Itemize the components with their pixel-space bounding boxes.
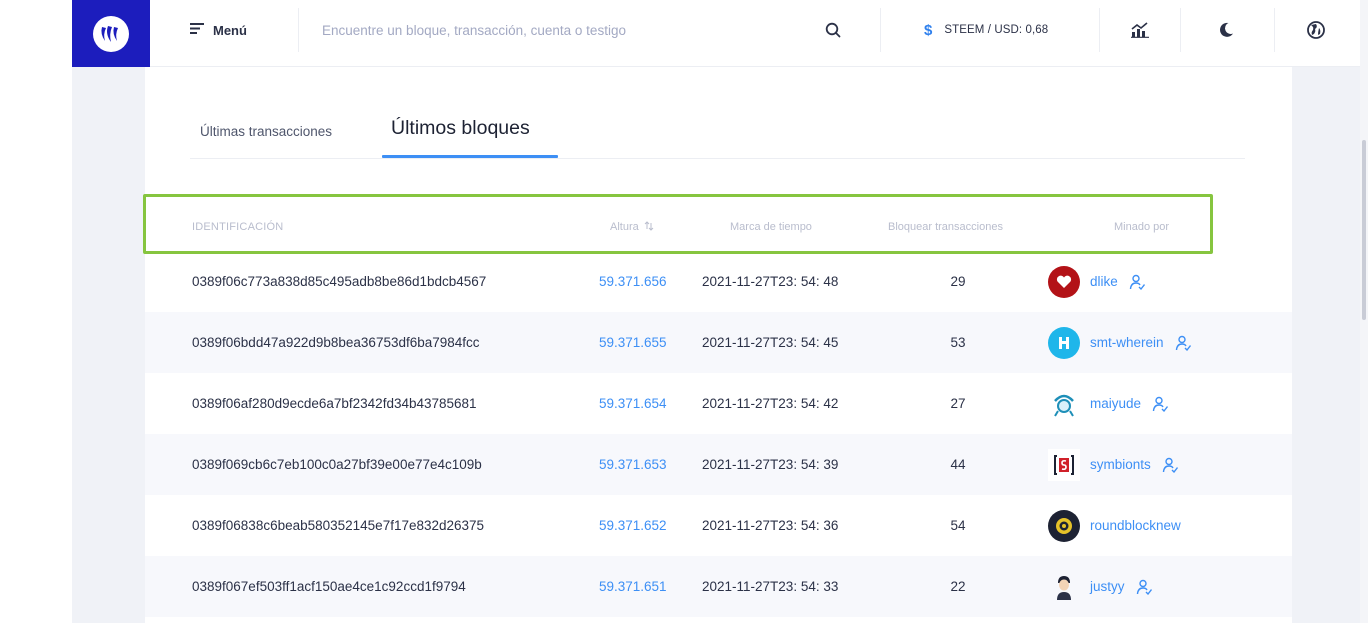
divider bbox=[298, 8, 299, 52]
column-header-height[interactable]: Altura bbox=[610, 221, 654, 233]
menu-label: Menú bbox=[213, 22, 247, 38]
miner-link[interactable]: roundblocknew bbox=[1090, 495, 1181, 556]
symbionts-avatar-icon[interactable] bbox=[1048, 448, 1080, 481]
block-timestamp: 2021-11-27T23: 54: 36 bbox=[702, 518, 839, 533]
price-text: STEEM / USD: 0,68 bbox=[944, 24, 1049, 36]
price-ticker: $ STEEM / USD: 0,68 bbox=[924, 20, 1048, 40]
block-timestamp: 2021-11-27T23: 54: 48 bbox=[702, 274, 839, 289]
tabs-divider bbox=[190, 158, 1245, 159]
miner-cell: roundblocknew bbox=[1048, 495, 1181, 556]
block-tx-count: 53 bbox=[950, 335, 966, 350]
witness-icon[interactable] bbox=[1135, 578, 1153, 596]
menu-button[interactable]: Menú bbox=[190, 18, 247, 42]
roundblocknew-avatar-icon[interactable] bbox=[1048, 509, 1080, 542]
column-header-miner: Minado por bbox=[1114, 221, 1170, 233]
chart-icon[interactable] bbox=[1128, 18, 1152, 42]
block-tx-count: 29 bbox=[950, 274, 966, 289]
block-timestamp: 2021-11-27T23: 54: 33 bbox=[702, 579, 839, 594]
block-id: 0389f069cb6c7eb100c0a27bf39e00e77e4c109b bbox=[192, 457, 482, 472]
table-row[interactable]: 0389f069cb6c7eb100c0a27bf39e00e77e4c109b… bbox=[145, 434, 1292, 495]
maiyude-avatar-icon[interactable] bbox=[1048, 387, 1080, 420]
block-height-link[interactable]: 59.371.652 bbox=[599, 495, 667, 556]
witness-icon[interactable] bbox=[1161, 456, 1179, 474]
block-height-link[interactable]: 59.371.654 bbox=[599, 373, 667, 434]
table-row[interactable]: 0389f06bdd47a922d9b8bea36753df6ba7984fcc… bbox=[145, 312, 1292, 373]
divider bbox=[1180, 8, 1181, 52]
block-timestamp: 2021-11-27T23: 54: 42 bbox=[702, 396, 839, 411]
table-header-highlight bbox=[143, 194, 1213, 254]
column-header-timestamp: Marca de tiempo bbox=[730, 221, 812, 233]
globe-icon[interactable] bbox=[1304, 18, 1328, 42]
block-tx-count: 54 bbox=[950, 518, 966, 533]
miner-cell: justyy bbox=[1048, 556, 1153, 617]
dollar-icon: $ bbox=[924, 21, 933, 39]
block-tx-count: 44 bbox=[950, 457, 966, 472]
steem-logo-glyph bbox=[101, 25, 118, 42]
miner-link[interactable]: symbionts bbox=[1090, 434, 1151, 495]
miner-link[interactable]: smt-wherein bbox=[1090, 312, 1164, 373]
column-header-id: IDENTIFICACIÓN bbox=[192, 221, 284, 233]
blocks-card: Últimas transacciones Últimos bloques ID… bbox=[143, 67, 1292, 623]
block-height-link[interactable]: 59.371.651 bbox=[599, 556, 667, 617]
app-root: Menú $ STEEM / USD: 0,68 bbox=[0, 0, 1368, 623]
top-bar: Menú $ STEEM / USD: 0,68 bbox=[72, 0, 1366, 67]
block-tx-count: 22 bbox=[950, 579, 966, 594]
block-id: 0389f06bdd47a922d9b8bea36753df6ba7984fcc bbox=[192, 335, 480, 350]
witness-icon[interactable] bbox=[1128, 273, 1146, 291]
divider bbox=[1274, 8, 1275, 52]
scrollbar-thumb[interactable] bbox=[1362, 140, 1366, 320]
tab-latest-blocks[interactable]: Últimos bloques bbox=[391, 117, 530, 140]
moon-icon[interactable] bbox=[1214, 18, 1238, 42]
witness-icon[interactable] bbox=[1151, 395, 1169, 413]
table-row[interactable]: 0389f06c773a838d85c495adb8be86d1bdcb4567… bbox=[145, 251, 1292, 312]
steem-logo-icon[interactable] bbox=[72, 0, 150, 67]
block-id: 0389f06af280d9ecde6a7bf2342fd34b43785681 bbox=[192, 396, 477, 411]
column-header-tx-count: Bloquear transacciones bbox=[888, 221, 1003, 233]
miner-link[interactable]: maiyude bbox=[1090, 373, 1141, 434]
miner-link[interactable]: dlike bbox=[1090, 251, 1118, 312]
miner-cell: smt-wherein bbox=[1048, 312, 1192, 373]
block-height-link[interactable]: 59.371.653 bbox=[599, 434, 667, 495]
witness-icon[interactable] bbox=[1174, 334, 1192, 352]
sort-icon[interactable] bbox=[644, 221, 654, 231]
miner-cell: dlike bbox=[1048, 251, 1146, 312]
dlike-avatar-icon[interactable] bbox=[1048, 265, 1080, 298]
table-row[interactable]: 0389f06838c6beab580352145e7f17e832d26375… bbox=[145, 495, 1292, 556]
search-input[interactable] bbox=[322, 16, 822, 44]
miner-cell: maiyude bbox=[1048, 373, 1169, 434]
menu-icon bbox=[190, 21, 204, 39]
tab-latest-transactions[interactable]: Últimas transacciones bbox=[200, 124, 332, 139]
block-id: 0389f067ef503ff1acf150ae4ce1c92ccd1f9794 bbox=[192, 579, 466, 594]
miner-cell: symbionts bbox=[1048, 434, 1179, 495]
column-header-height-label: Altura bbox=[610, 221, 639, 233]
block-id: 0389f06838c6beab580352145e7f17e832d26375 bbox=[192, 518, 485, 533]
miner-link[interactable]: justyy bbox=[1090, 556, 1125, 617]
divider bbox=[880, 8, 881, 52]
block-timestamp: 2021-11-27T23: 54: 39 bbox=[702, 457, 839, 472]
logo-circle bbox=[93, 15, 129, 52]
block-height-link[interactable]: 59.371.655 bbox=[599, 312, 667, 373]
divider bbox=[1099, 8, 1100, 52]
search-icon[interactable] bbox=[823, 20, 843, 40]
table-row[interactable]: 0389f067ef503ff1acf150ae4ce1c92ccd1f9794… bbox=[145, 556, 1292, 617]
block-timestamp: 2021-11-27T23: 54: 45 bbox=[702, 335, 839, 350]
block-tx-count: 27 bbox=[950, 396, 966, 411]
block-id: 0389f06c773a838d85c495adb8be86d1bdcb4567 bbox=[192, 274, 487, 289]
table-row[interactable]: 0389f06af280d9ecde6a7bf2342fd34b43785681… bbox=[145, 373, 1292, 434]
block-height-link[interactable]: 59.371.656 bbox=[599, 251, 667, 312]
smt-wherein-avatar-icon[interactable] bbox=[1048, 326, 1080, 359]
justyy-avatar-icon[interactable] bbox=[1048, 570, 1080, 603]
